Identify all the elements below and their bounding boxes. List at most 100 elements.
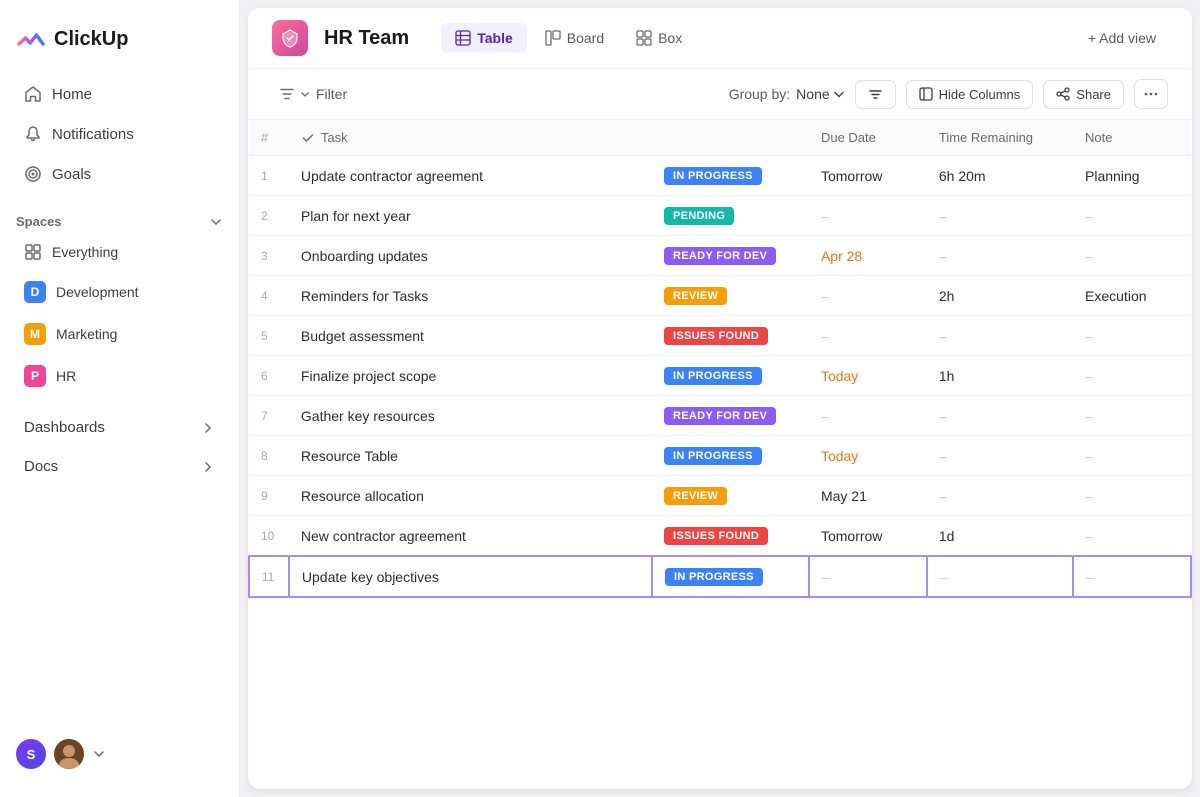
toolbar: Filter Group by: None Hide Columns Share xyxy=(248,69,1192,120)
col-time-remaining[interactable]: Time Remaining xyxy=(927,120,1073,156)
row-task[interactable]: Resource Table xyxy=(289,436,652,476)
row-due-date: Tomorrow xyxy=(809,156,927,196)
row-task[interactable]: New contractor agreement xyxy=(289,516,652,557)
tab-box[interactable]: Box xyxy=(622,23,696,53)
logo: ClickUp xyxy=(0,16,239,74)
group-by-value[interactable]: None xyxy=(796,86,844,102)
status-badge: REVIEW xyxy=(664,287,727,305)
row-task[interactable]: Reminders for Tasks xyxy=(289,276,652,316)
row-note: – xyxy=(1073,196,1191,236)
row-time-remaining: – xyxy=(927,476,1073,516)
row-status: ISSUES FOUND xyxy=(652,316,809,356)
spaces-collapse-icon[interactable] xyxy=(209,215,223,229)
tab-board-label: Board xyxy=(567,30,604,46)
row-task[interactable]: Gather key resources xyxy=(289,396,652,436)
row-note: – xyxy=(1073,236,1191,276)
row-num: 4 xyxy=(249,276,289,316)
sidebar-item-development[interactable]: D Development xyxy=(8,272,231,312)
everything-label: Everything xyxy=(52,244,118,260)
table-row[interactable]: 3 Onboarding updates READY FOR DEV Apr 2… xyxy=(249,236,1191,276)
row-num: 11 xyxy=(249,556,289,597)
hide-columns-button[interactable]: Hide Columns xyxy=(906,80,1034,109)
table-row[interactable]: 7 Gather key resources READY FOR DEV – –… xyxy=(249,396,1191,436)
row-task[interactable]: Resource allocation xyxy=(289,476,652,516)
user-avatar-initial: S xyxy=(16,739,46,769)
user-area[interactable]: S xyxy=(0,727,239,781)
sidebar-item-everything[interactable]: Everything xyxy=(8,234,231,270)
row-task[interactable]: Budget assessment xyxy=(289,316,652,356)
table-row[interactable]: 10 New contractor agreement ISSUES FOUND… xyxy=(249,516,1191,557)
share-icon xyxy=(1056,87,1070,101)
row-num: 2 xyxy=(249,196,289,236)
share-button[interactable]: Share xyxy=(1043,80,1124,109)
group-by: Group by: None xyxy=(729,86,845,102)
row-note: – xyxy=(1073,396,1191,436)
row-due-date: Apr 28 xyxy=(809,236,927,276)
row-due-date: – xyxy=(809,276,927,316)
row-time-remaining: – xyxy=(927,196,1073,236)
more-button[interactable] xyxy=(1134,79,1168,109)
table-row[interactable]: 6 Finalize project scope IN PROGRESS Tod… xyxy=(249,356,1191,396)
row-status: IN PROGRESS xyxy=(652,556,809,597)
sidebar-item-marketing[interactable]: M Marketing xyxy=(8,314,231,354)
status-badge: READY FOR DEV xyxy=(664,407,776,425)
clickup-logo-icon xyxy=(16,24,46,54)
sidebar-item-dashboards[interactable]: Dashboards xyxy=(8,409,231,446)
row-due-date: May 21 xyxy=(809,476,927,516)
status-badge: IN PROGRESS xyxy=(664,167,762,185)
col-due-date[interactable]: Due Date xyxy=(809,120,927,156)
row-status: READY FOR DEV xyxy=(652,396,809,436)
status-badge: IN PROGRESS xyxy=(664,447,762,465)
row-time-remaining: 2h xyxy=(927,276,1073,316)
row-time-remaining: – xyxy=(927,316,1073,356)
col-note[interactable]: Note xyxy=(1073,120,1191,156)
table-row[interactable]: 8 Resource Table IN PROGRESS Today – – xyxy=(249,436,1191,476)
group-by-label: Group by: xyxy=(729,86,790,102)
group-by-dropdown-icon xyxy=(833,88,845,100)
row-status: IN PROGRESS xyxy=(652,356,809,396)
bell-icon xyxy=(24,125,42,143)
sidebar-item-hr[interactable]: P HR xyxy=(8,356,231,396)
sidebar-item-home[interactable]: Home xyxy=(8,75,231,113)
row-num: 1 xyxy=(249,156,289,196)
goals-label: Goals xyxy=(52,166,91,183)
row-task[interactable]: Finalize project scope xyxy=(289,356,652,396)
table-row[interactable]: 11 Update key objectives IN PROGRESS – –… xyxy=(249,556,1191,597)
table-row[interactable]: 9 Resource allocation REVIEW May 21 – – xyxy=(249,476,1191,516)
user-dropdown-icon[interactable] xyxy=(92,747,106,761)
status-badge: REVIEW xyxy=(664,487,727,505)
row-due-date: – xyxy=(809,556,927,597)
table-row[interactable]: 4 Reminders for Tasks REVIEW – 2h Execut… xyxy=(249,276,1191,316)
add-view-button[interactable]: + Add view xyxy=(1076,23,1168,53)
row-task[interactable]: Update key objectives xyxy=(289,556,652,597)
sidebar-item-goals[interactable]: Goals xyxy=(8,155,231,193)
row-status: IN PROGRESS xyxy=(652,436,809,476)
home-icon xyxy=(24,85,42,103)
row-task[interactable]: Update contractor agreement xyxy=(289,156,652,196)
grid-icon xyxy=(24,243,42,261)
tab-table[interactable]: Table xyxy=(441,23,527,53)
main-content: HR Team Table Board Box + Add view Filte… xyxy=(248,8,1192,789)
row-status: IN PROGRESS xyxy=(652,156,809,196)
table-row[interactable]: 5 Budget assessment ISSUES FOUND – – – xyxy=(249,316,1191,356)
table-row[interactable]: 2 Plan for next year PENDING – – – xyxy=(249,196,1191,236)
row-status: REVIEW xyxy=(652,476,809,516)
row-due-date: – xyxy=(809,316,927,356)
tab-table-label: Table xyxy=(477,30,513,46)
row-time-remaining: 6h 20m xyxy=(927,156,1073,196)
row-task[interactable]: Plan for next year xyxy=(289,196,652,236)
row-num: 9 xyxy=(249,476,289,516)
filter-button[interactable]: Filter xyxy=(272,81,355,107)
chevron-right-icon-docs xyxy=(201,460,215,474)
sidebar-item-docs[interactable]: Docs xyxy=(8,448,231,485)
sidebar-item-notifications[interactable]: Notifications xyxy=(8,115,231,153)
team-icon xyxy=(272,20,308,56)
filter-label: Filter xyxy=(316,86,347,102)
row-time-remaining: – xyxy=(927,396,1073,436)
tab-board[interactable]: Board xyxy=(531,23,618,53)
sort-button[interactable] xyxy=(855,80,896,109)
col-task[interactable]: Task xyxy=(289,120,652,156)
row-task[interactable]: Onboarding updates xyxy=(289,236,652,276)
table-row[interactable]: 1 Update contractor agreement IN PROGRES… xyxy=(249,156,1191,196)
row-time-remaining: 1d xyxy=(927,516,1073,557)
